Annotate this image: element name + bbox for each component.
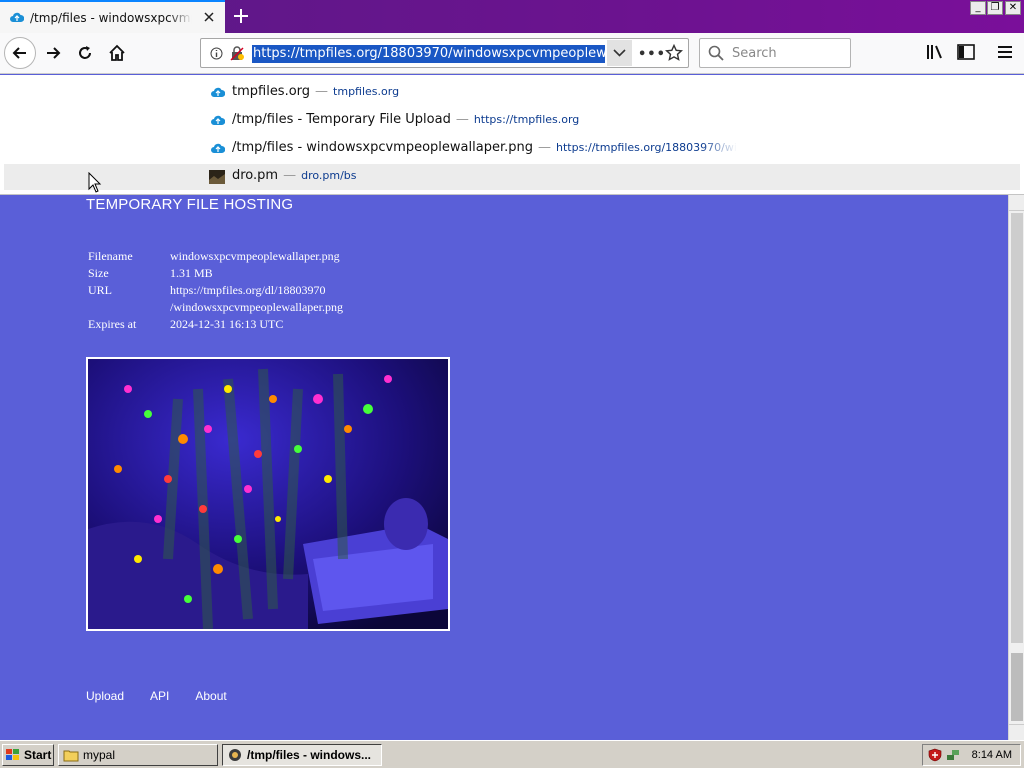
autocomplete-url: https://tmpfiles.org/18803970/wi [555,141,737,154]
start-label: Start [24,748,52,762]
cloud-icon [211,87,225,97]
close-tab-icon[interactable] [202,10,216,24]
autocomplete-title: dro.pm [232,168,279,183]
meta-row-expires: Expires at 2024-12-31 16:13 UTC [88,316,370,333]
vertical-scrollbar[interactable] [1008,195,1024,740]
restore-button[interactable]: ❐ [987,1,1003,15]
start-button[interactable]: Start [2,744,54,766]
taskbar: Start mypal /tmp/files - windows... 8:14… [0,740,1024,768]
autocomplete-title: tmpfiles.org [232,84,311,99]
folder-icon [63,750,79,762]
site-thumbnail-icon [209,170,225,184]
autocomplete-url: tmpfiles.org [333,85,400,98]
forward-arrow-icon [47,47,61,59]
meta-label: Size [88,266,109,280]
url-text[interactable]: https://tmpfiles.org/18803970/windowsxpc… [252,45,605,63]
chevron-down-icon [613,49,626,57]
shield-icon[interactable] [928,748,942,762]
sidebar-icon[interactable] [956,42,976,62]
network-icon[interactable] [946,748,960,762]
footer-link-upload[interactable]: Upload [86,689,124,703]
autocomplete-url: dro.pm/bs [301,169,357,182]
meta-row-size: Size 1.31 MB [88,265,370,282]
meta-value: 2024-12-31 16:13 UTC [170,317,284,331]
search-icon [708,45,724,61]
autocomplete-url: https://tmpfiles.org [473,113,580,126]
autocomplete-separator: — [455,112,469,127]
taskbar-button-label: mypal [83,748,116,762]
reload-icon [79,46,91,59]
cloud-icon [211,143,225,153]
minimize-button[interactable]: _ [970,1,986,15]
info-icon[interactable] [210,47,223,60]
meta-row-url: URL https://tmpfiles.org/dl/18803970 /wi… [88,282,370,316]
autocomplete-title: /tmp/files - windowsxpcvmpeoplewallaper.… [232,140,533,155]
close-window-button[interactable]: ✕ [1005,1,1021,15]
search-box[interactable]: Search [699,38,851,68]
url-dropdown-button[interactable] [607,40,632,66]
back-arrow-icon [12,47,26,59]
home-icon [109,44,125,61]
scroll-down-button[interactable] [1009,724,1024,740]
meta-value: windowsxpcvmpeoplewallaper.png [170,249,340,263]
uploaded-image [88,359,448,629]
scrollbar-thumb[interactable] [1011,213,1023,643]
meta-url-link[interactable]: https://tmpfiles.org/dl/18803970 /window… [170,282,360,316]
cloud-icon [211,115,225,125]
image-preview[interactable] [86,357,450,631]
meta-label: Expires at [88,317,137,331]
meta-row-filename: Filename windowsxpcvmpeoplewallaper.png [88,248,370,265]
browser-icon [229,749,241,761]
url-bar[interactable]: https://tmpfiles.org/18803970/windowsxpc… [200,38,689,68]
autocomplete-separator: — [315,84,329,99]
windows-flag-icon [6,749,19,760]
footer-link-api[interactable]: API [150,689,169,703]
autocomplete-item[interactable]: /tmp/files - windowsxpcvmpeoplewallaper.… [4,136,1020,162]
footer-link-about[interactable]: About [195,689,226,703]
reload-button[interactable] [70,38,100,68]
scrollbar-track-segment[interactable] [1011,653,1023,721]
insecure-lock-icon[interactable] [230,46,244,61]
tab-strip: /tmp/files - windowsxpcvmpeoplewallaper.… [0,0,1024,33]
tab-tmpfiles[interactable]: /tmp/files - windowsxpcvmpeoplewallaper.… [0,0,225,33]
clock: 8:14 AM [971,749,1012,761]
autocomplete-separator: — [537,140,551,155]
autocomplete-item[interactable]: tmpfiles.org — tmpfiles.org [4,80,1020,106]
search-placeholder: Search [732,46,777,61]
autocomplete-item[interactable]: /tmp/files - Temporary File Upload — https… [4,108,1020,134]
taskbar-button-mypal[interactable]: mypal [58,744,218,766]
home-button[interactable] [102,38,132,68]
taskbar-button-label: /tmp/files - windows... [247,748,372,762]
new-tab-icon[interactable] [231,6,251,26]
forward-button[interactable] [38,38,68,68]
autocomplete-title: /tmp/files - Temporary File Upload [232,112,451,127]
scroll-up-button[interactable] [1009,195,1024,211]
page-heading: TEMPORARY FILE HOSTING [86,196,294,213]
back-button[interactable] [4,37,36,69]
navigation-bar: https://tmpfiles.org/18803970/windowsxpc… [0,33,1024,74]
page-footer: Upload API About [86,689,227,703]
library-icon[interactable] [925,42,945,62]
bookmark-star-icon[interactable] [665,44,683,62]
tab-title: /tmp/files - windowsxpcvmpeoplewallaper.… [30,10,192,25]
file-metadata: Filename windowsxpcvmpeoplewallaper.png … [88,248,370,333]
page-actions-menu[interactable]: ••• [638,47,666,62]
meta-label: Filename [88,249,133,263]
page-content: TEMPORARY FILE HOSTING Filename windowsx… [0,195,1008,740]
mouse-cursor-icon [88,172,102,193]
url-autocomplete-popup: tmpfiles.org — tmpfiles.org /tmp/files - T… [0,75,1024,195]
autocomplete-separator: — [283,168,297,183]
hamburger-menu-icon[interactable] [995,42,1015,62]
meta-label: URL [88,283,112,297]
cloud-icon [10,12,24,22]
meta-value: 1.31 MB [170,266,213,280]
autocomplete-item-selected[interactable]: dro.pm — dro.pm/bs [4,164,1020,190]
taskbar-button-browser[interactable]: /tmp/files - windows... [222,744,382,766]
system-tray: 8:14 AM [922,744,1021,766]
